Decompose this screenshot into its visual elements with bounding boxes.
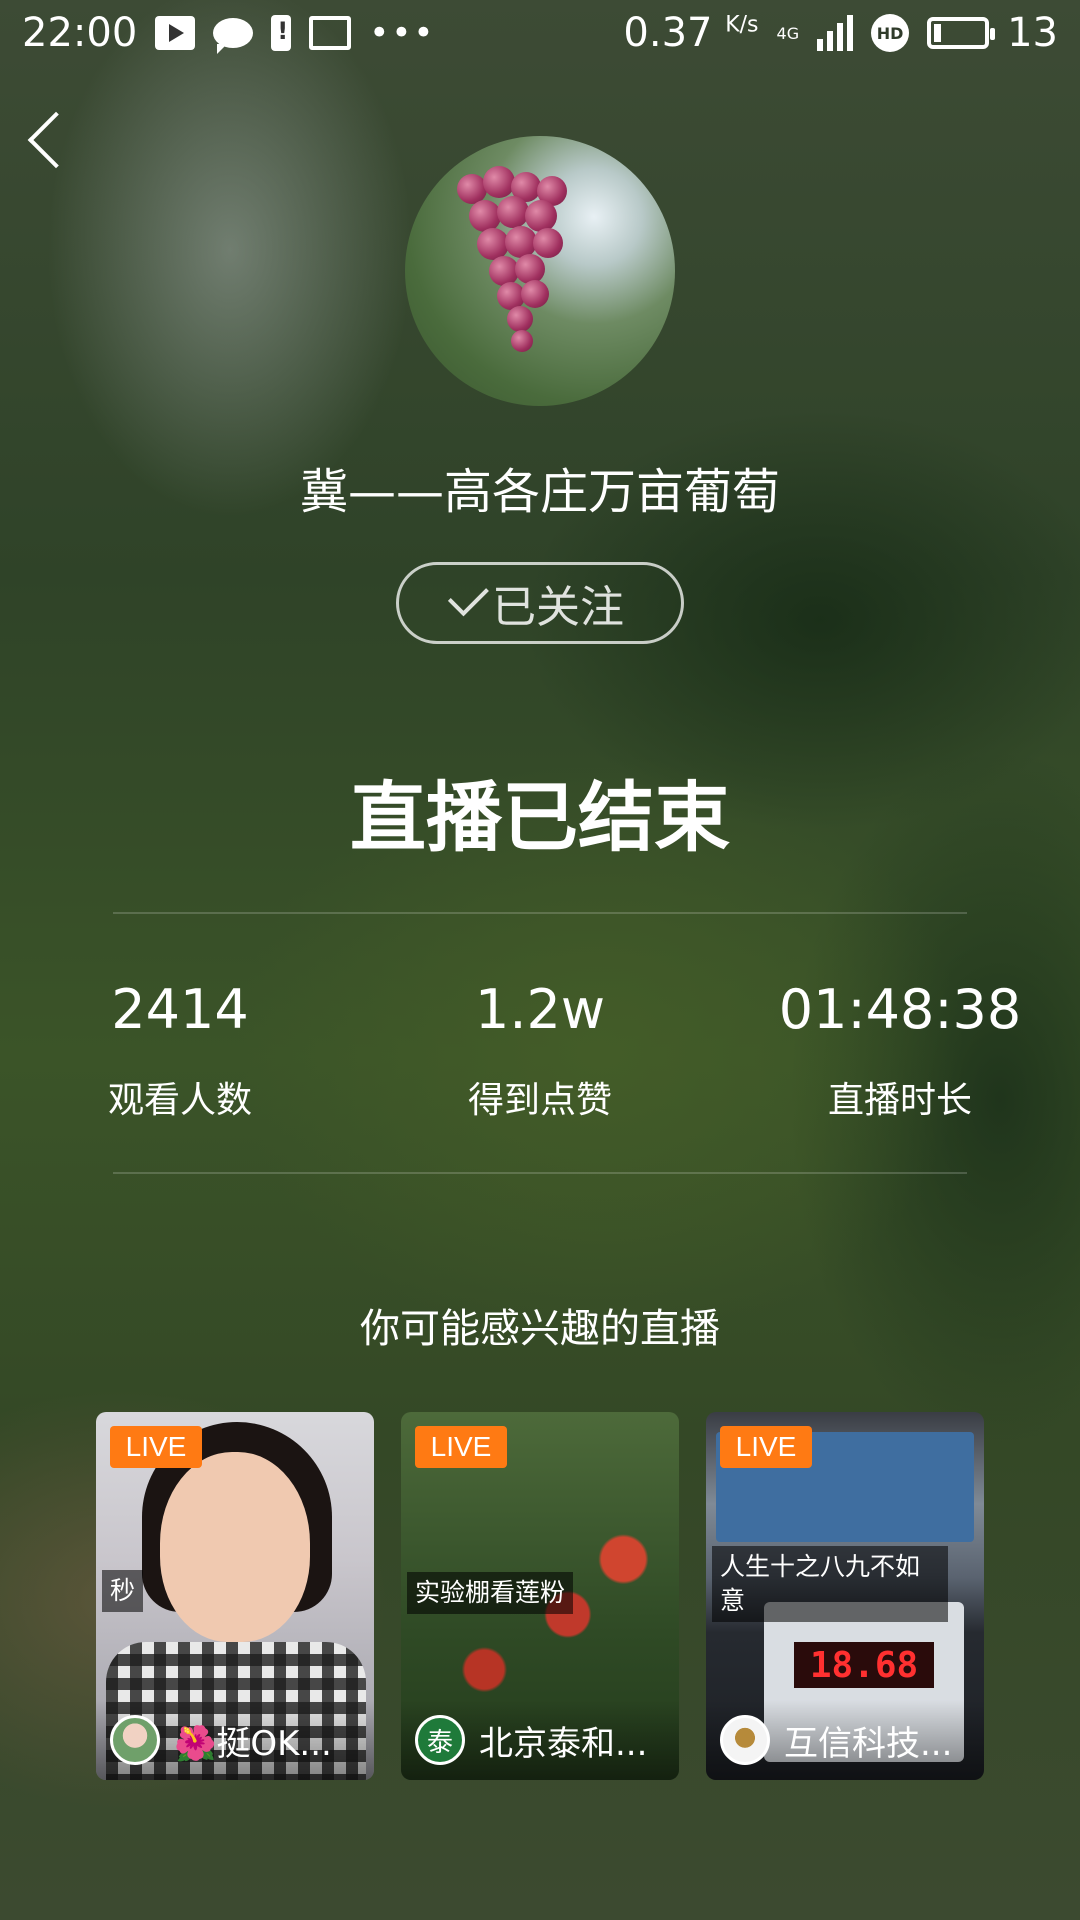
live-card[interactable]: LIVE 秒 🌺挺OK... [96,1412,374,1780]
check-icon [447,575,489,617]
stat-likes-label: 得到点赞 [467,1080,612,1121]
card-footer: 🌺挺OK... [96,1700,374,1780]
status-right: 0.37 K/s 4G HD 13 [623,10,1058,56]
device-reading: 18.68 [794,1642,934,1688]
more-notifications-icon: ••• [369,13,436,53]
speed-unit: K/s [725,12,759,38]
streamer-avatar[interactable] [405,136,675,406]
card-caption: 秒 [102,1570,144,1612]
network-speed: 0.37 K/s [623,10,759,56]
following-label: 已关注 [492,582,624,633]
stat-duration-value: 01:48:38 [778,978,1022,1041]
divider-bottom [113,1172,967,1174]
battery-level: 13 [1007,10,1058,56]
card-avatar [720,1715,770,1765]
card-footer: 泰 北京泰和... [401,1700,679,1780]
stat-duration-label: 直播时长 [827,1080,972,1121]
card-streamer-name: 北京泰和... [479,1723,648,1764]
card-streamer-name: 🌺挺OK... [174,1723,332,1764]
divider-top [113,912,967,914]
live-badge: LIVE [415,1426,507,1468]
signal-icon [817,15,854,51]
stat-viewers: 2414 观看人数 [30,978,330,1123]
stat-likes-value: 1.2w [474,978,606,1041]
alert-icon [271,15,292,51]
card-footer: 互信科技... [706,1700,984,1780]
network-type: 4G [776,23,800,43]
card-avatar: 泰 [415,1715,465,1765]
live-ended-title: 直播已结束 [350,773,730,862]
chevron-left-icon[interactable] [22,106,72,176]
status-bar: 22:00 ••• 0.37 K/s 4G HD 13 [0,0,1080,66]
card-avatar [110,1715,160,1765]
card-streamer-name: 互信科技... [784,1723,953,1764]
live-badge: LIVE [110,1426,202,1468]
image-icon [309,16,352,50]
stat-likes: 1.2w 得到点赞 [390,978,690,1123]
live-card[interactable]: LIVE 实验棚看莲粉 泰 北京泰和... [401,1412,679,1780]
video-app-icon [155,16,196,50]
status-time: 22:00 [22,10,138,56]
status-left: 22:00 ••• [22,10,435,56]
stat-viewers-value: 2414 [111,978,249,1041]
card-caption: 实验棚看莲粉 [407,1572,574,1614]
message-icon [213,18,254,54]
suggestions-title: 你可能感兴趣的直播 [360,1306,720,1352]
streamer-name: 冀——高各庄万亩葡萄 [299,464,780,520]
stat-viewers-label: 观看人数 [107,1080,252,1121]
battery-icon [927,17,996,49]
hd-voice-icon: HD [871,14,910,52]
live-card[interactable]: 18.68 LIVE 人生十之八九不如意 互信科技... [706,1412,984,1780]
stat-duration: 01:48:38 直播时长 [750,978,1050,1123]
card-caption: 人生十之八九不如意 [712,1546,948,1622]
following-button[interactable]: 已关注 [396,562,684,644]
live-badge: LIVE [720,1426,812,1468]
